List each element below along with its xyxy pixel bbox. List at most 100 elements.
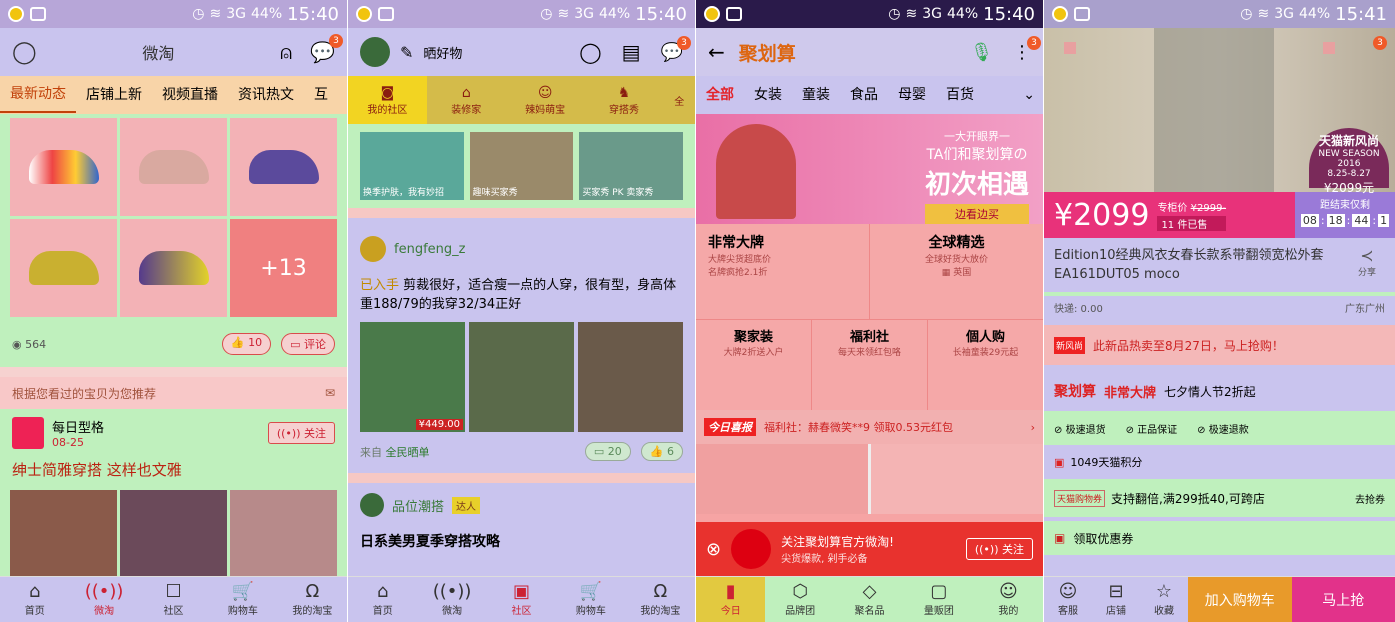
promo-banner[interactable]: 一大开眼界一 TA们和聚划算の 初次相遇 边看边买 (696, 114, 1043, 224)
chevron-down-icon[interactable]: ⌄ (1023, 76, 1035, 114)
follow-button[interactable]: ((•)) 关注 (267, 422, 335, 444)
nav-home[interactable]: ⌂ 首页 (348, 577, 417, 622)
shop-button[interactable]: ⊟ 店铺 (1092, 577, 1140, 622)
tab-shop-new[interactable]: 店铺上新 (76, 76, 152, 114)
tab-live-video[interactable]: 视频直播 (152, 76, 228, 114)
tab-more[interactable]: 互 (304, 76, 338, 114)
tab-mom-baby[interactable]: 母婴 (888, 76, 936, 114)
promo-row[interactable]: 聚划算 非常大牌 七夕情人节2折起 (1044, 371, 1395, 411)
shoe-image[interactable] (10, 219, 117, 317)
nav-community[interactable]: ☐ 社区 (139, 577, 208, 622)
product-image-banner[interactable]: 3 天猫新风尚 NEW SEASON 2016 8.25-8.27 ¥2099元 (1044, 28, 1395, 195)
follow-button[interactable]: ((•)) 关注 (965, 538, 1033, 560)
cat-outfit[interactable]: ♞ 穿搭秀 (585, 76, 664, 124)
username[interactable]: 品位潮搭 (392, 496, 444, 515)
cart-icon[interactable] (1323, 42, 1335, 54)
comment-button[interactable]: ▭ 20 (584, 442, 631, 461)
nav-today[interactable]: ▮ 今日 (696, 577, 766, 622)
shoe-image[interactable] (230, 118, 337, 216)
nav-mine[interactable]: ☺ 我的 (974, 577, 1043, 622)
nav-cart[interactable]: 🛒 购物车 (556, 577, 625, 622)
tab-all[interactable]: 全部 (696, 76, 744, 114)
tab-latest[interactable]: 最新动态 (0, 77, 76, 113)
favorite-button[interactable]: ☆ 收藏 (1140, 577, 1188, 622)
cat-mom-baby[interactable]: ☺ 辣妈萌宝 (506, 76, 585, 124)
add-to-cart-button[interactable]: 加入购物车 (1188, 577, 1292, 622)
product-image[interactable] (696, 444, 868, 514)
post-photo[interactable] (469, 322, 574, 432)
cat-my-community[interactable]: ◙ 我的社区 (348, 76, 427, 124)
nav-brand-group[interactable]: ⬡ 品牌团 (765, 577, 834, 622)
nav-weitao[interactable]: ((•)) 微淘 (417, 577, 486, 622)
block-global[interactable]: 全球精选 全球好货大放价 ▦ 英国 (870, 224, 1043, 319)
buy-now-button[interactable]: 马上抢 (1291, 577, 1395, 622)
nav-weitao[interactable]: ((•)) 微淘 (69, 577, 138, 622)
share-button[interactable]: ≺ 分享 (1349, 246, 1385, 284)
block-big-brand[interactable]: 非常大牌 大牌尖货超底价 名牌疯抢2.1折 (696, 224, 870, 319)
topic-thumb[interactable]: 趣味买家秀 (469, 132, 574, 200)
avatar[interactable] (360, 37, 390, 67)
source-link[interactable]: 全民晒单 (386, 446, 430, 459)
nav-community[interactable]: ▣ 社区 (487, 577, 556, 622)
avatar[interactable] (360, 236, 386, 262)
nav-cart[interactable]: 🛒 购物车 (208, 577, 277, 622)
nav-home[interactable]: ⌂ 首页 (0, 577, 69, 622)
avatar[interactable] (360, 493, 384, 517)
tab-women[interactable]: 女装 (744, 76, 792, 114)
coupon-row[interactable]: 天猫购物券 支持翻倍,满299抵40,可跨店 去抢券 (1044, 479, 1395, 517)
news-ticker[interactable]: 今日喜报 福利社：赫春微笑**9 领取0.53元红包 › (696, 410, 1043, 444)
get-coupon-link[interactable]: 去抢券 (1355, 491, 1385, 506)
post-photo[interactable]: ¥449.00 (360, 322, 465, 432)
back-arrow-icon[interactable]: ← (708, 40, 725, 64)
list-icon[interactable]: ▤ (622, 40, 641, 64)
shoe-image[interactable] (10, 118, 117, 216)
microphone-icon[interactable]: 🎙 (970, 42, 993, 63)
comment-button[interactable]: ▭ 评论 (281, 333, 335, 355)
shoe-image[interactable] (120, 219, 227, 317)
tab-goods[interactable]: 百货 (936, 76, 984, 114)
guarantee-row[interactable]: ⊘ 极速退货 ⊘ 正品保证 ⊘ 极速退款 (1044, 411, 1395, 445)
product-image[interactable] (871, 444, 1043, 514)
back-icon[interactable] (1064, 42, 1076, 54)
topic-thumb[interactable]: 换季护肤，我有妙招 (360, 132, 464, 200)
shop-name[interactable]: 每日型格 (52, 417, 104, 436)
block-home-decor[interactable]: 聚家装 大牌2折送入户 (696, 320, 812, 410)
message-icon[interactable]: 💬 3 (310, 34, 343, 64)
cat-decor[interactable]: ⌂ 装修家 (427, 76, 506, 124)
watch-buy-button[interactable]: 边看边买 (924, 204, 1029, 224)
nav-bulk[interactable]: ▢ 量贩团 (904, 577, 973, 622)
post-title[interactable]: 日系美男夏季穿搭攻略 (360, 531, 683, 551)
like-button[interactable]: 👍 10 (221, 333, 272, 355)
nav-my-taobao[interactable]: Ω 我的淘宝 (278, 577, 347, 622)
search-icon[interactable]: ◯ (579, 40, 601, 64)
account-icon[interactable]: ⍝ (280, 40, 292, 64)
post-title[interactable]: 绅士简雅穿搭 这样也文雅 (0, 449, 347, 490)
nav-my-taobao[interactable]: Ω 我的淘宝 (626, 577, 695, 622)
tab-food[interactable]: 食品 (840, 76, 888, 114)
pencil-icon[interactable]: ✎ (400, 43, 413, 62)
tab-news[interactable]: 资讯热文 (228, 76, 304, 114)
get-coupon-row[interactable]: ▣ 领取优惠券 (1044, 517, 1395, 555)
more-icon[interactable]: ⋮ 3 (1013, 35, 1041, 63)
search-icon[interactable]: ◯ (12, 40, 37, 65)
model-photo[interactable] (10, 490, 117, 580)
topic-thumb[interactable]: 买家秀 PK 卖家秀 (579, 132, 684, 200)
points-row[interactable]: ▣ 1049天猫积分 (1044, 445, 1395, 479)
nav-luxury[interactable]: ◇ 聚名品 (835, 577, 904, 622)
cat-more[interactable]: 全 (663, 76, 695, 124)
post-photo[interactable] (578, 322, 683, 432)
model-photo[interactable] (120, 490, 227, 580)
username[interactable]: fengfeng_z (394, 242, 465, 257)
app-icon (8, 6, 24, 22)
model-photo[interactable] (230, 490, 337, 580)
shoe-image[interactable] (120, 118, 227, 216)
tab-kids[interactable]: 童装 (792, 76, 840, 114)
message-icon[interactable]: 💬 3 (661, 35, 691, 63)
block-personal[interactable]: 個人购 长袖童装29元起 (928, 320, 1043, 410)
avatar[interactable] (12, 417, 44, 449)
close-icon[interactable]: ⊗ (706, 539, 721, 560)
more-images[interactable]: +13 (230, 219, 337, 317)
customer-service-button[interactable]: ☺ 客服 (1044, 577, 1092, 622)
block-welfare[interactable]: 福利社 每天来领红包咯 (812, 320, 928, 410)
like-button[interactable]: 👍 6 (640, 442, 683, 461)
